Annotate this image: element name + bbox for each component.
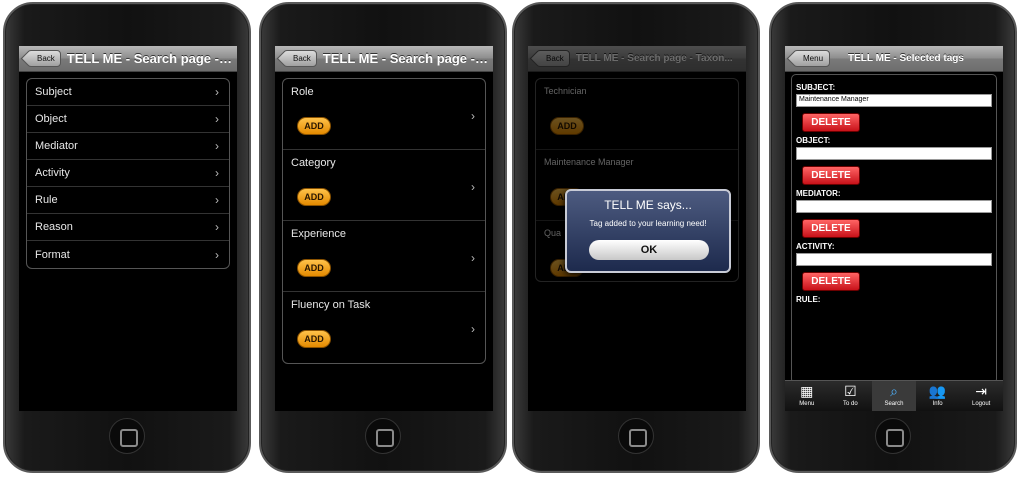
dialog-title: TELL ME says...	[604, 198, 692, 212]
tab-menu[interactable]: ▦ Menu	[785, 381, 829, 411]
home-button[interactable]	[618, 418, 654, 454]
title-bar: Menu TELL ME - Selected tags	[785, 46, 1003, 72]
list-item-format[interactable]: Format ›	[27, 241, 229, 268]
list-item-activity[interactable]: Activity ›	[27, 160, 229, 187]
tag-group-subject: SUBJECT: Maintenance Manager DELETE	[796, 83, 992, 132]
tag-label: SUBJECT:	[796, 83, 836, 92]
phone-frame-4: Menu TELL ME - Selected tags SUBJECT: Ma…	[769, 2, 1017, 473]
list-item-experience[interactable]: Experience ADD ›	[283, 221, 485, 292]
dialog-message: Tag added to your learning need!	[589, 219, 707, 228]
title-bar: Back TELL ME - Search page - ...	[19, 46, 237, 72]
page-title: TELL ME - Search page - ...	[322, 51, 489, 66]
item-label: Role	[291, 86, 314, 98]
home-button[interactable]	[109, 418, 145, 454]
chevron-right-icon: ›	[215, 166, 219, 180]
tag-label: RULE:	[796, 295, 821, 304]
item-label: Maintenance Manager	[544, 157, 634, 167]
subcategory-list: Role ADD › Category ADD › Experience ADD…	[282, 78, 486, 364]
page-title: TELL ME - Search page - ...	[66, 51, 233, 66]
checklist-icon: ☑	[844, 383, 857, 399]
chevron-right-icon: ›	[471, 322, 475, 336]
tab-info[interactable]: 👥 Info	[916, 381, 960, 411]
list-item-rule[interactable]: Rule ›	[27, 187, 229, 214]
tab-label: Logout	[971, 401, 991, 407]
screen-search-categories: Back TELL ME - Search page - ... Subject…	[19, 46, 237, 411]
back-button: Back	[536, 50, 570, 67]
delete-button[interactable]: DELETE	[802, 219, 860, 238]
item-label: Experience	[291, 228, 347, 240]
object-field[interactable]	[796, 147, 992, 160]
item-label: Category	[291, 157, 336, 169]
home-button[interactable]	[875, 418, 911, 454]
subject-field[interactable]: Maintenance Manager	[796, 94, 992, 107]
chevron-right-icon: ›	[215, 85, 219, 99]
delete-button[interactable]: DELETE	[802, 272, 860, 291]
search-icon: ⌕	[890, 383, 898, 399]
delete-button[interactable]: DELETE	[802, 166, 860, 185]
alert-dialog: TELL ME says... Tag added to your learni…	[565, 189, 731, 273]
list-item-object[interactable]: Object ›	[27, 106, 229, 133]
logout-icon: ⇥	[975, 383, 988, 399]
chevron-right-icon: ›	[215, 112, 219, 126]
tab-logout[interactable]: ⇥ Logout	[959, 381, 1003, 411]
tag-group-activity: ACTIVITY: DELETE	[796, 242, 992, 291]
info-icon: 👥	[928, 383, 947, 399]
add-button[interactable]: ADD	[297, 330, 331, 348]
chevron-right-icon: ›	[215, 139, 219, 153]
menu-back-button[interactable]: Menu	[793, 50, 831, 67]
item-label: Technician	[544, 86, 587, 96]
chevron-right-icon: ›	[215, 193, 219, 207]
chevron-right-icon: ›	[471, 180, 475, 194]
screen-search-role: Back TELL ME - Search page - ... Role AD…	[275, 46, 493, 411]
tag-group-object: OBJECT: DELETE	[796, 136, 992, 185]
back-button[interactable]: Back	[27, 50, 61, 67]
list-item-fluency-on-task[interactable]: Fluency on Task ADD ›	[283, 292, 485, 363]
add-button[interactable]: ADD	[297, 117, 331, 135]
add-button[interactable]: ADD	[297, 188, 331, 206]
list-item-subject[interactable]: Subject ›	[27, 79, 229, 106]
chevron-right-icon: ›	[471, 109, 475, 123]
selected-tags-panel: SUBJECT: Maintenance Manager DELETE OBJE…	[791, 74, 997, 384]
tag-label: MEDIATOR:	[796, 189, 841, 198]
list-item-role[interactable]: Role ADD ›	[283, 79, 485, 150]
page-title: TELL ME - Selected tags	[848, 53, 964, 64]
ok-button[interactable]: OK	[589, 240, 709, 260]
category-list: Subject › Object › Mediator › Activity › Rul…	[26, 78, 230, 269]
tag-group-rule: RULE:	[796, 295, 992, 304]
phone-frame-3: Back TELL ME - Search page - Taxon... Te…	[512, 2, 760, 473]
tab-bar: ▦ Menu ☑ To do ⌕ Search 👥 Info ⇥ Logout	[785, 380, 1003, 411]
tag-group-mediator: MEDIATOR: DELETE	[796, 189, 992, 238]
list-item-reason[interactable]: Reason ›	[27, 214, 229, 241]
screen-taxonomy-dialog: Back TELL ME - Search page - Taxon... Te…	[528, 46, 746, 411]
list-item-category[interactable]: Category ADD ›	[283, 150, 485, 221]
tab-label: To do	[843, 401, 858, 407]
list-item-technician: Technician ADD	[536, 79, 738, 150]
add-button[interactable]: ADD	[297, 259, 331, 277]
menu-icon: ▦	[800, 383, 814, 399]
tab-to-do[interactable]: ☑ To do	[829, 381, 873, 411]
mediator-field[interactable]	[796, 200, 992, 213]
item-label: Fluency on Task	[291, 299, 371, 311]
activity-field[interactable]	[796, 253, 992, 266]
chevron-right-icon: ›	[215, 247, 219, 262]
tab-label: Menu	[799, 401, 815, 407]
tab-label: Search	[884, 401, 904, 407]
delete-button[interactable]: DELETE	[802, 113, 860, 132]
title-bar: Back TELL ME - Search page - Taxon...	[528, 46, 746, 72]
phone-frame-2: Back TELL ME - Search page - ... Role AD…	[259, 2, 507, 473]
add-button: ADD	[550, 117, 584, 135]
phone-frame-1: Back TELL ME - Search page - ... Subject…	[3, 2, 251, 473]
tab-search[interactable]: ⌕ Search	[872, 381, 916, 411]
title-bar: Back TELL ME - Search page - ...	[275, 46, 493, 72]
back-button[interactable]: Back	[283, 50, 317, 67]
home-button[interactable]	[365, 418, 401, 454]
tag-label: ACTIVITY:	[796, 242, 835, 251]
chevron-right-icon: ›	[215, 220, 219, 234]
tab-label: Info	[932, 401, 943, 407]
tag-label: OBJECT:	[796, 136, 831, 145]
chevron-right-icon: ›	[471, 251, 475, 265]
screen-selected-tags: Menu TELL ME - Selected tags SUBJECT: Ma…	[785, 46, 1003, 411]
page-title: TELL ME - Search page - Taxon...	[575, 53, 733, 64]
list-item-mediator[interactable]: Mediator ›	[27, 133, 229, 160]
